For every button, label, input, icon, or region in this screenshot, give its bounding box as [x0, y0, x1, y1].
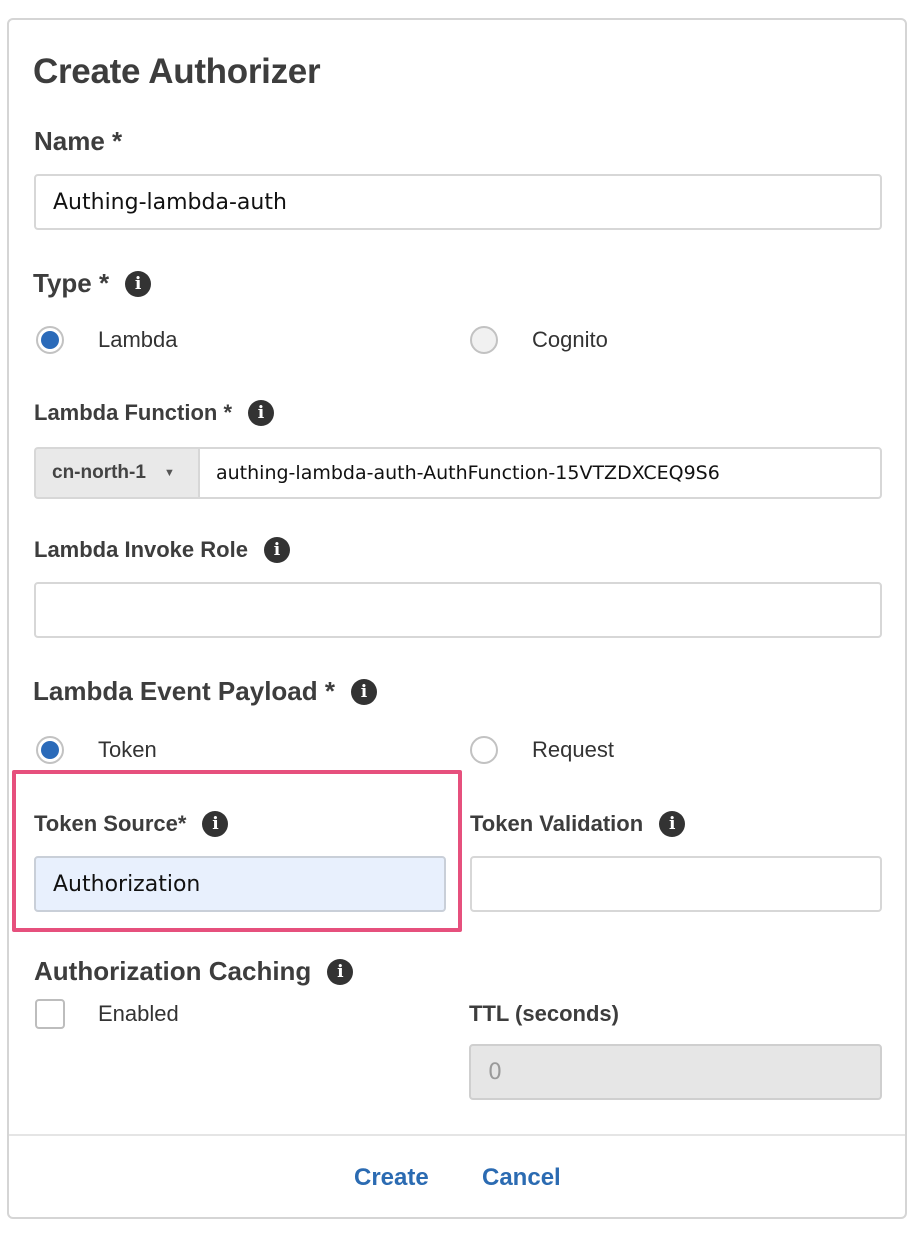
cancel-button[interactable]: Cancel	[482, 1164, 561, 1192]
caret-down-icon: ▼	[163, 467, 175, 479]
token-source-label: Token Source* i	[34, 811, 229, 837]
info-icon[interactable]: i	[659, 811, 686, 837]
info-icon[interactable]: i	[350, 678, 377, 705]
footer-divider	[9, 1134, 905, 1136]
caching-enabled-label[interactable]: Enabled	[98, 1001, 179, 1027]
create-button[interactable]: Create	[354, 1164, 429, 1192]
name-label: Name *	[34, 126, 123, 156]
type-label: Type * i	[33, 268, 152, 299]
type-lambda-label[interactable]: Lambda	[98, 327, 178, 353]
payload-request-label[interactable]: Request	[532, 737, 614, 763]
info-icon[interactable]: i	[327, 958, 354, 985]
caching-enabled-checkbox[interactable]	[35, 999, 65, 1029]
lambda-function-input[interactable]: authing-lambda-auth-AuthFunction-15VTZDX…	[198, 447, 882, 499]
event-payload-label: Lambda Event Payload * i	[33, 676, 377, 707]
type-cognito-label[interactable]: Cognito	[532, 327, 608, 353]
ttl-label: TTL (seconds)	[469, 1001, 619, 1026]
token-source-input[interactable]: Authorization	[34, 856, 446, 912]
type-lambda-radio[interactable]	[36, 326, 64, 354]
radio-selected-dot	[41, 331, 59, 349]
radio-selected-dot	[41, 741, 59, 759]
payload-request-radio[interactable]	[470, 736, 498, 764]
info-icon[interactable]: i	[263, 537, 290, 563]
lambda-function-label: Lambda Function * i	[34, 400, 274, 426]
name-input[interactable]: Authing-lambda-auth	[34, 174, 882, 230]
ttl-input[interactable]: 0	[469, 1044, 882, 1100]
region-select[interactable]: cn-north-1 ▼	[34, 447, 198, 499]
lambda-invoke-role-label: Lambda Invoke Role i	[34, 537, 290, 563]
token-validation-input[interactable]	[470, 856, 882, 912]
type-cognito-radio[interactable]	[470, 326, 498, 354]
payload-token-radio[interactable]	[36, 736, 64, 764]
info-icon[interactable]: i	[125, 270, 152, 297]
authorization-caching-label: Authorization Caching i	[34, 956, 354, 987]
info-icon[interactable]: i	[202, 811, 229, 837]
payload-token-label[interactable]: Token	[98, 737, 157, 763]
lambda-invoke-role-input[interactable]	[34, 582, 882, 638]
dialog-title: Create Authorizer	[33, 52, 321, 91]
token-validation-label: Token Validation i	[470, 811, 686, 837]
info-icon[interactable]: i	[248, 400, 274, 426]
